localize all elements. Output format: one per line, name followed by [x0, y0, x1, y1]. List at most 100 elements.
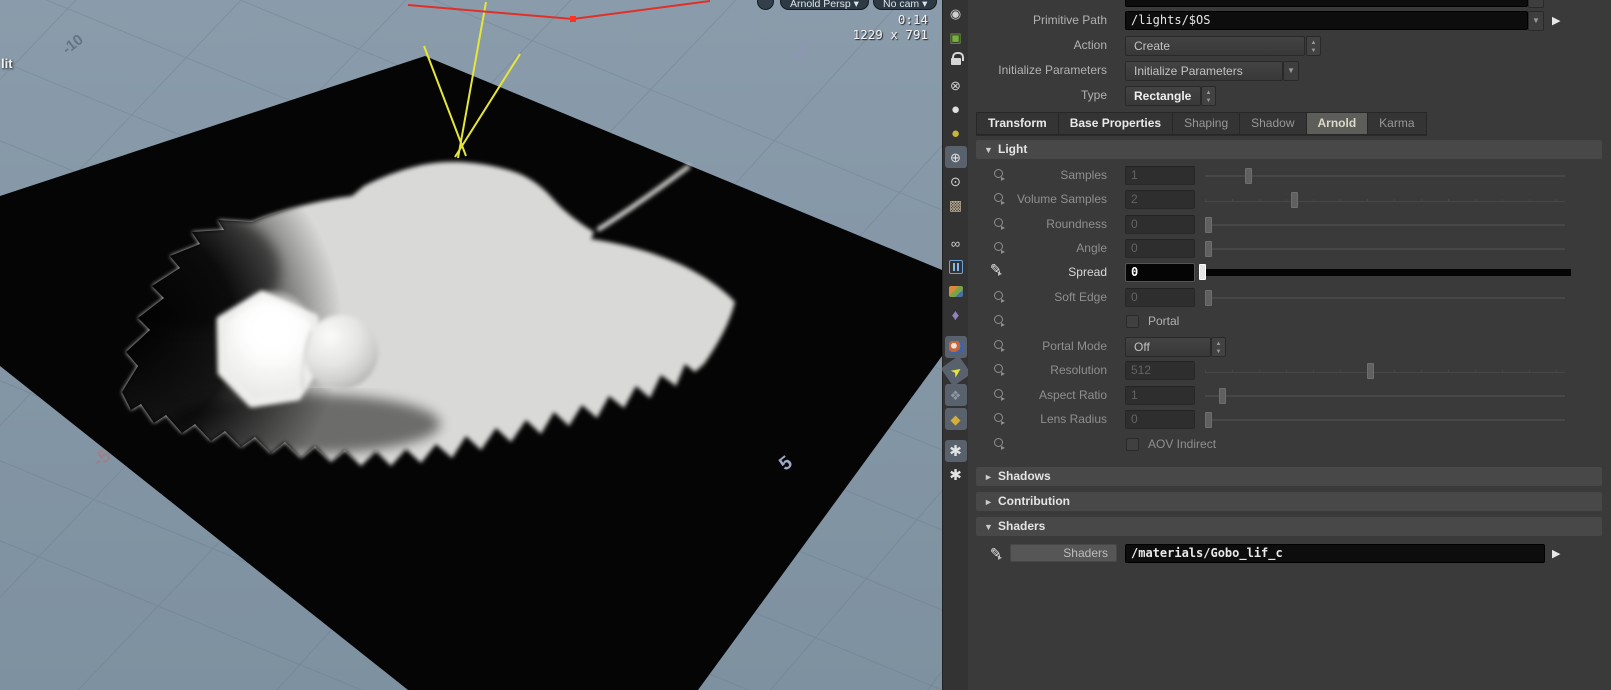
highquality-light-icon[interactable]: ● [945, 122, 967, 144]
tab-arnold[interactable]: Arnold [1305, 112, 1368, 135]
initialize-parameters-button[interactable]: Initialize Parameters [1125, 61, 1283, 81]
portal-mode-select[interactable]: Off [1125, 337, 1211, 357]
collapse-icon: ▼ [984, 145, 993, 155]
portal-label: Portal [1148, 314, 1180, 328]
param-portal: Portal [968, 312, 1611, 334]
section-shadows[interactable]: ► Shadows [976, 467, 1602, 486]
tab-shaping[interactable]: Shaping [1172, 112, 1240, 135]
action-label: Action [1073, 38, 1107, 52]
param-spread: ✎ Spread 0 [968, 261, 1611, 285]
resolution-slider[interactable] [1205, 363, 1565, 379]
parameter-tabs: Transform Base Properties Shaping Shadow… [976, 112, 1427, 136]
section-shaders[interactable]: ▼ Shaders [976, 517, 1602, 536]
snapshot-icon[interactable] [945, 280, 967, 302]
view-options-icon[interactable]: ◉ [945, 2, 967, 24]
shaders-expand-icon[interactable]: ▶ [1552, 547, 1560, 560]
volume-samples-input[interactable]: 2 [1125, 190, 1195, 209]
volume-samples-slider[interactable] [1205, 192, 1565, 208]
display-settings-icon[interactable]: ✱ [944, 440, 967, 462]
param-menu-icon[interactable] [994, 315, 1005, 329]
roundness-slider[interactable] [1205, 217, 1565, 233]
houdini-window: lit -10 10 -5 5 Arnold Persp ▾ No cam ▾ … [0, 0, 1611, 690]
primitive-path-input[interactable]: /lights/$OS [1125, 11, 1528, 30]
initialize-parameters-label: Initialize Parameters [998, 63, 1107, 77]
tab-base-properties[interactable]: Base Properties [1057, 112, 1173, 135]
headlight-icon[interactable]: ● [945, 98, 967, 120]
material-icon[interactable]: ♦ [945, 304, 967, 326]
pause-render-icon[interactable] [945, 256, 967, 278]
checkered-cube-icon[interactable]: ▩ [945, 194, 967, 216]
render-region-icon[interactable] [944, 336, 967, 358]
section-light[interactable]: ▼ Light [976, 140, 1602, 159]
gold-diamond-icon[interactable]: ◆ [944, 408, 967, 430]
param-shaders: ✎ Shaders /materials/Gobo_lif_c ▶ [968, 544, 1611, 568]
primitive-path-expand-icon[interactable]: ▶ [1552, 14, 1560, 27]
action-spinner[interactable]: ▲ ▼ [1306, 36, 1321, 56]
soft-edge-slider[interactable] [1205, 290, 1565, 306]
portal-checkbox[interactable] [1126, 315, 1139, 328]
tab-transform[interactable]: Transform [976, 112, 1058, 135]
param-lens-radius: Lens Radius 0 [968, 410, 1611, 432]
stereo-glasses-icon[interactable]: ∞ [945, 232, 967, 254]
viewport-render [0, 0, 942, 690]
view-pin-add-icon[interactable]: ⊕ [944, 146, 967, 168]
viewport-settings-icon[interactable]: ✱ [945, 464, 967, 486]
primitive-path-dropdown-icon[interactable]: ▼ [1528, 11, 1544, 31]
camera-menu[interactable]: No cam ▾ [873, 0, 938, 10]
action-select[interactable]: Create [1125, 36, 1305, 56]
pencil-icon[interactable]: ✎ [990, 545, 1002, 562]
select-geometry-icon[interactable]: ▣ [945, 26, 967, 48]
shaders-label: Shaders [1010, 544, 1117, 562]
lock-icon[interactable] [945, 50, 967, 72]
aov-indirect-checkbox[interactable] [1126, 438, 1139, 451]
param-aov-indirect: AOV Indirect [968, 435, 1611, 457]
render-resolution: 1229 x 791 [852, 27, 928, 42]
clipped-top-field[interactable] [1125, 0, 1528, 7]
lens-radius-input[interactable]: 0 [1125, 410, 1195, 429]
initialize-parameters-dropdown-icon[interactable]: ▼ [1283, 61, 1299, 81]
param-angle: Angle 0 [968, 239, 1611, 261]
param-aspect-ratio: Aspect Ratio 1 [968, 386, 1611, 408]
tab-shadow[interactable]: Shadow [1239, 112, 1306, 135]
primitive-path-label: Primitive Path [1032, 13, 1107, 27]
spread-input[interactable]: 0 [1125, 263, 1195, 282]
angle-slider[interactable] [1205, 241, 1565, 257]
type-label: Type [1080, 88, 1107, 102]
param-soft-edge: Soft Edge 0 [968, 288, 1611, 310]
collapse-icon: ▼ [984, 522, 993, 532]
expand-icon: ► [984, 472, 993, 482]
type-select[interactable]: Rectangle [1125, 86, 1201, 106]
param-menu-icon[interactable] [994, 438, 1005, 452]
scene-viewport[interactable]: lit -10 10 -5 5 Arnold Persp ▾ No cam ▾ … [0, 0, 942, 690]
shaders-input[interactable]: /materials/Gobo_lif_c [1125, 544, 1545, 563]
disable-selection-icon[interactable]: ⊗ [945, 74, 967, 96]
render-time: 0:14 [897, 12, 928, 27]
select-arrow-icon[interactable]: ➤ [940, 355, 971, 387]
light-name-label: lit [1, 56, 13, 71]
param-volume-samples: Volume Samples 2 [968, 190, 1611, 212]
objects-filter-icon[interactable]: ❖ [944, 384, 967, 406]
samples-input[interactable]: 1 [1125, 166, 1195, 185]
portal-mode-spinner[interactable]: ▲ ▼ [1211, 337, 1226, 357]
section-contribution[interactable]: ► Contribution [976, 492, 1602, 511]
resolution-input[interactable]: 512 [1125, 361, 1195, 380]
type-spinner[interactable]: ▲ ▼ [1201, 86, 1216, 106]
tab-karma[interactable]: Karma [1367, 112, 1427, 135]
samples-slider[interactable] [1205, 168, 1565, 184]
lens-radius-slider[interactable] [1205, 412, 1565, 428]
clipped-top-dropdown-icon[interactable]: ▼ [1528, 0, 1544, 8]
expand-icon: ► [984, 497, 993, 507]
roundness-input[interactable]: 0 [1125, 215, 1195, 234]
parameter-panel: ▼ Primitive Path /lights/$OS ▼ ▶ Action … [968, 0, 1611, 690]
angle-input[interactable]: 0 [1125, 239, 1195, 258]
spread-slider[interactable] [1199, 264, 1571, 280]
param-portal-mode: Portal Mode Off ▲ ▼ [968, 337, 1611, 359]
viewport-toolbar: ◉ ▣ ⊗ ● ● ⊕ ⊙ ▩ ∞ ♦ ➤ ❖ ◆ ✱ ✱ [940, 0, 971, 690]
renderer-persp-menu[interactable]: Arnold Persp ▾ [780, 0, 869, 10]
view-pin-icon[interactable]: ⊙ [945, 170, 967, 192]
aov-indirect-label: AOV Indirect [1148, 437, 1217, 451]
aspect-ratio-slider[interactable] [1205, 388, 1565, 404]
param-resolution: Resolution 512 [968, 361, 1611, 383]
aspect-ratio-input[interactable]: 1 [1125, 386, 1195, 405]
soft-edge-input[interactable]: 0 [1125, 288, 1195, 307]
